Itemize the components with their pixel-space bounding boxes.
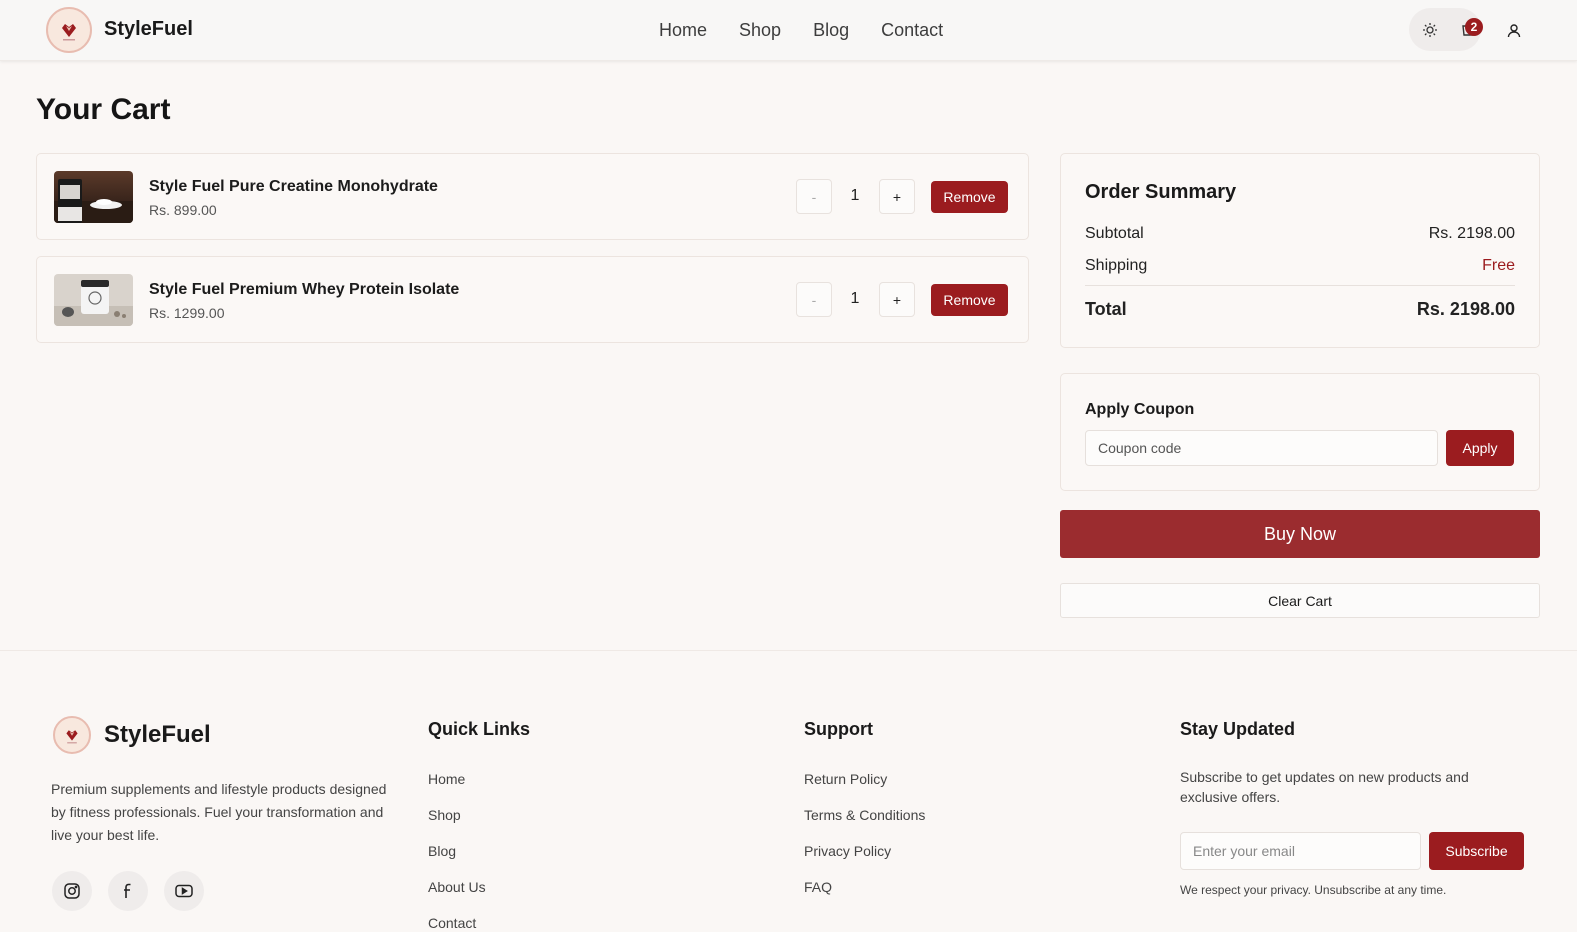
quantity-increase-button[interactable]: + [879, 282, 915, 317]
footer-link-about-us[interactable]: About Us [428, 879, 486, 895]
coupon-code-input[interactable] [1085, 430, 1438, 466]
subtotal-label: Subtotal [1085, 225, 1144, 242]
user-icon[interactable] [1505, 21, 1523, 39]
remove-item-button[interactable]: Remove [931, 181, 1008, 213]
nav-home[interactable]: Home [659, 20, 707, 41]
remove-item-button[interactable]: Remove [931, 284, 1008, 316]
clear-cart-button[interactable]: Clear Cart [1060, 583, 1540, 618]
brand-logo-icon[interactable] [46, 7, 92, 53]
site-header: StyleFuel Home Shop Blog Contact 2 [0, 0, 1577, 61]
product-name[interactable]: Style Fuel Pure Creatine Monohydrate [149, 178, 438, 196]
cart-item: Style Fuel Premium Whey Protein Isolate … [36, 256, 1029, 343]
footer-logo-icon[interactable] [53, 716, 91, 754]
quantity-value: 1 [850, 187, 860, 204]
footer-link-blog[interactable]: Blog [428, 843, 456, 859]
product-image[interactable] [54, 171, 133, 223]
footer-description: Premium supplements and lifestyle produc… [51, 781, 387, 843]
newsletter-email-input[interactable] [1180, 832, 1421, 870]
cart-count-badge: 2 [1465, 18, 1483, 36]
product-image[interactable] [54, 274, 133, 326]
total-label: Total [1085, 299, 1127, 319]
footer-brand-name[interactable]: StyleFuel [104, 721, 211, 749]
nav-contact[interactable]: Contact [881, 20, 943, 41]
shipping-value: Free [1482, 257, 1515, 274]
footer-link-privacy-policy[interactable]: Privacy Policy [804, 843, 891, 859]
instagram-icon[interactable] [52, 871, 92, 911]
theme-toggle-icon[interactable] [1421, 21, 1439, 39]
subtotal-value: Rs. 2198.00 [1428, 225, 1515, 242]
quantity-decrease-button[interactable]: - [796, 282, 832, 317]
footer-divider [0, 650, 1577, 651]
coupon-title: Apply Coupon [1085, 401, 1195, 418]
newsletter-text: Subscribe to get updates on new products… [1180, 769, 1469, 805]
footer-link-contact[interactable]: Contact [428, 915, 476, 931]
footer-link-home[interactable]: Home [428, 771, 465, 787]
nav-blog[interactable]: Blog [813, 20, 849, 41]
main-nav: Home Shop Blog Contact [659, 0, 943, 60]
quick-links-title: Quick Links [428, 719, 531, 739]
buy-now-button[interactable]: Buy Now [1060, 510, 1540, 558]
support-title: Support [804, 719, 873, 739]
newsletter-privacy-note: We respect your privacy. Unsubscribe at … [1180, 883, 1447, 897]
cart-item: Style Fuel Pure Creatine Monohydrate Rs.… [36, 153, 1029, 240]
quantity-decrease-button[interactable]: - [796, 179, 832, 214]
product-price: Rs. 1299.00 [149, 305, 225, 321]
apply-coupon-button[interactable]: Apply [1446, 430, 1514, 466]
nav-shop[interactable]: Shop [739, 20, 781, 41]
footer-link-shop[interactable]: Shop [428, 807, 461, 823]
shipping-label: Shipping [1085, 257, 1148, 274]
product-price: Rs. 899.00 [149, 202, 217, 218]
page-title: Your Cart [36, 93, 171, 126]
order-summary-card: Order Summary Subtotal Rs. 2198.00 Shipp… [1060, 153, 1540, 348]
quantity-value: 1 [850, 290, 860, 307]
product-name[interactable]: Style Fuel Premium Whey Protein Isolate [149, 281, 459, 299]
brand-name[interactable]: StyleFuel [104, 18, 193, 41]
footer-link-terms[interactable]: Terms & Conditions [804, 807, 925, 823]
youtube-icon[interactable] [164, 871, 204, 911]
summary-divider [1085, 285, 1515, 286]
quantity-increase-button[interactable]: + [879, 179, 915, 214]
newsletter-title: Stay Updated [1180, 719, 1296, 739]
footer-link-return-policy[interactable]: Return Policy [804, 771, 887, 787]
facebook-icon[interactable] [108, 871, 148, 911]
footer-link-faq[interactable]: FAQ [804, 879, 832, 895]
order-summary-title: Order Summary [1085, 181, 1237, 203]
coupon-card: Apply Coupon Apply [1060, 373, 1540, 491]
total-value: Rs. 2198.00 [1416, 299, 1515, 319]
subscribe-button[interactable]: Subscribe [1429, 832, 1524, 870]
